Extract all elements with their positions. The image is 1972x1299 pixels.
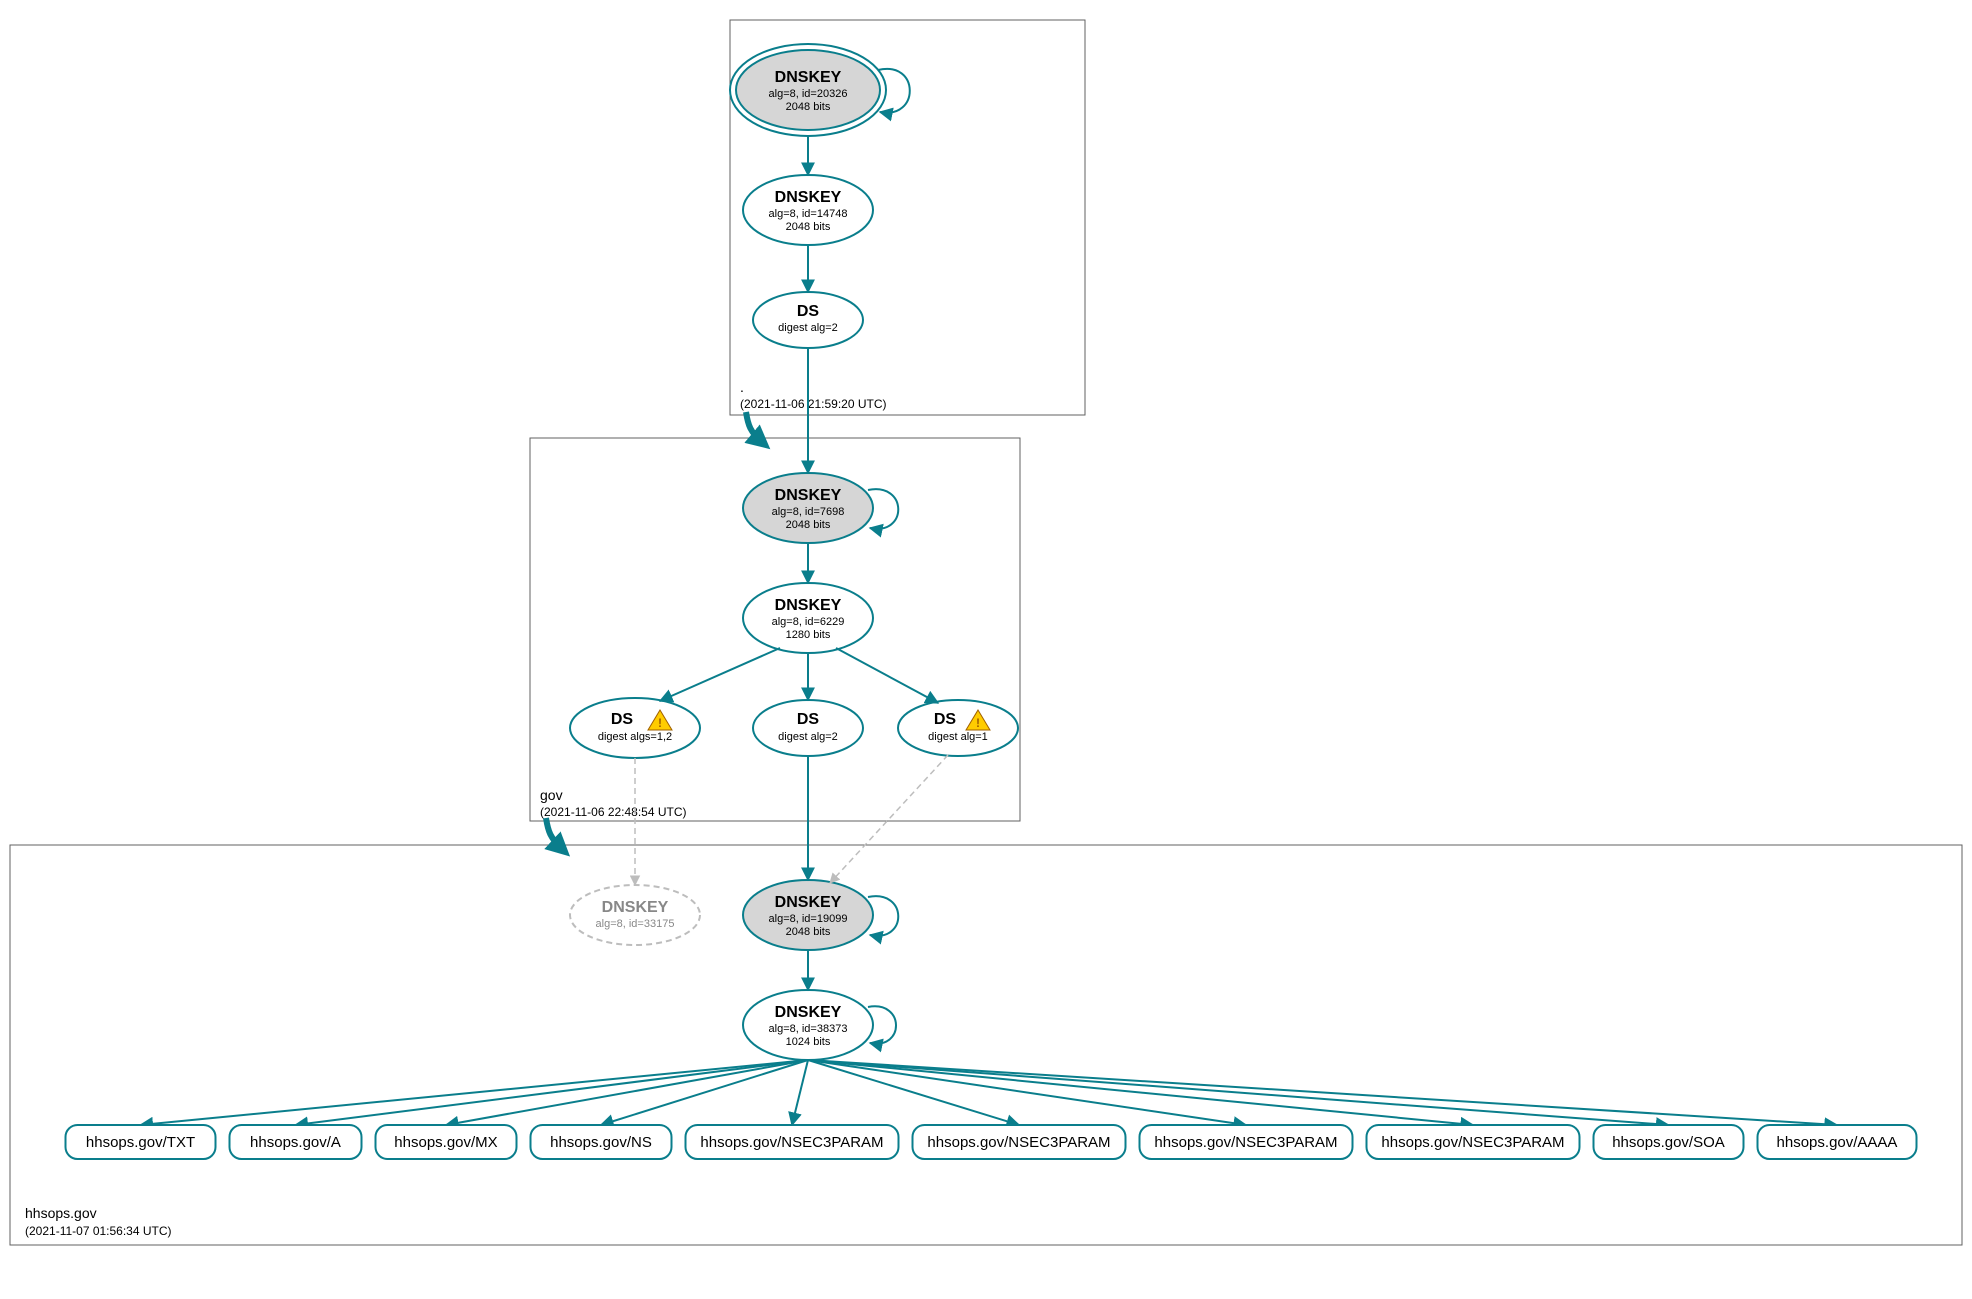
svg-text:digest alg=1: digest alg=1 [928,731,988,743]
svg-text:DNSKEY: DNSKEY [775,69,842,86]
svg-text:alg=8, id=6229: alg=8, id=6229 [772,616,845,628]
rrset-label: hhsops.gov/NS [550,1134,652,1151]
rrset-label: hhsops.gov/SOA [1612,1134,1725,1151]
svg-text:alg=8, id=7698: alg=8, id=7698 [772,506,845,518]
node-gov-ksk: DNSKEY alg=8, id=7698 2048 bits [743,473,873,543]
svg-text:DNSKEY: DNSKEY [775,189,842,206]
svg-text:digest alg=2: digest alg=2 [778,322,838,334]
svg-text:2048 bits: 2048 bits [786,221,831,233]
node-gov-ds3: DS digest alg=1 ! [898,700,1018,756]
zone-root-label: . [740,379,744,395]
node-gov-zsk: DNSKEY alg=8, id=6229 1280 bits [743,583,873,653]
rrset-label: hhsops.gov/NSEC3PARAM [700,1134,883,1151]
rrset-label: hhsops.gov/NSEC3PARAM [1381,1134,1564,1151]
node-root-zsk: DNSKEY alg=8, id=14748 2048 bits [743,175,873,245]
rrset-label: hhsops.gov/AAAA [1777,1134,1898,1151]
node-gov-ds1: DS digest algs=1,2 ! [570,698,700,758]
edge-gov-zsk-ds1 [660,648,780,701]
svg-text:alg=8, id=14748: alg=8, id=14748 [769,208,848,220]
zone-hhsops-label: hhsops.gov [25,1205,97,1221]
edge-hhsops-zsk-rr [792,1060,808,1125]
svg-text:alg=8, id=19099: alg=8, id=19099 [769,913,848,925]
svg-text:DNSKEY: DNSKEY [775,487,842,504]
zone-hhsops: hhsops.gov (2021-11-07 01:56:34 UTC) [10,845,1962,1245]
rrset-label: hhsops.gov/TXT [86,1134,195,1151]
edge-hhsops-zsk-rr [808,1060,1473,1125]
svg-text:2048 bits: 2048 bits [786,519,831,531]
node-gov-ds2: DS digest alg=2 [753,700,863,756]
svg-text:digest algs=1,2: digest algs=1,2 [598,731,672,743]
edge-hhsops-zsk-rr [808,1060,1837,1125]
zone-root-timestamp: (2021-11-06 21:59:20 UTC) [740,397,887,411]
svg-text:!: ! [976,716,980,730]
svg-text:alg=8, id=20326: alg=8, id=20326 [769,88,848,100]
rrset-label: hhsops.gov/MX [394,1134,497,1151]
svg-text:alg=8, id=38373: alg=8, id=38373 [769,1023,848,1035]
edge-gov-ds3-hhsops-ksk [830,755,948,883]
svg-text:DNSKEY: DNSKEY [775,1004,842,1021]
svg-text:alg=8, id=33175: alg=8, id=33175 [596,918,675,930]
edge-hhsops-zsk-rr [808,1060,1669,1125]
svg-text:digest alg=2: digest alg=2 [778,731,838,743]
edge-gov-zsk-ds3 [836,648,938,703]
zone-gov-timestamp: (2021-11-06 22:48:54 UTC) [540,805,687,819]
edge-hhsops-zsk-rr [296,1060,809,1125]
svg-text:2048 bits: 2048 bits [786,101,831,113]
svg-text:DNSKEY: DNSKEY [602,899,669,916]
node-hhsops-ksk: DNSKEY alg=8, id=19099 2048 bits [743,880,873,950]
edge-hhsops-zsk-rr [808,1060,1246,1125]
node-hhsops-dnskey-dashed: DNSKEY alg=8, id=33175 [570,885,700,945]
zone-hhsops-timestamp: (2021-11-07 01:56:34 UTC) [25,1224,172,1238]
node-root-ds: DS digest alg=2 [753,292,863,348]
svg-text:DS: DS [797,303,820,320]
edge-hhsops-zsk-rr [446,1060,808,1125]
node-hhsops-zsk: DNSKEY alg=8, id=38373 1024 bits [743,990,873,1060]
svg-text:1024 bits: 1024 bits [786,1036,831,1048]
edge-hhsops-zsk-rr [141,1060,809,1125]
svg-text:2048 bits: 2048 bits [786,926,831,938]
svg-text:1280 bits: 1280 bits [786,629,831,641]
rrset-label: hhsops.gov/A [250,1134,341,1151]
rrset-label: hhsops.gov/NSEC3PARAM [1154,1134,1337,1151]
rrset-label: hhsops.gov/NSEC3PARAM [927,1134,1110,1151]
zone-gov-label: gov [540,787,563,803]
svg-text:DNSKEY: DNSKEY [775,597,842,614]
svg-text:DS: DS [611,711,634,728]
svg-text:!: ! [658,716,662,730]
svg-text:DS: DS [797,711,820,728]
node-root-ksk: DNSKEY alg=8, id=20326 2048 bits [730,44,886,136]
svg-text:DS: DS [934,711,957,728]
svg-text:DNSKEY: DNSKEY [775,894,842,911]
